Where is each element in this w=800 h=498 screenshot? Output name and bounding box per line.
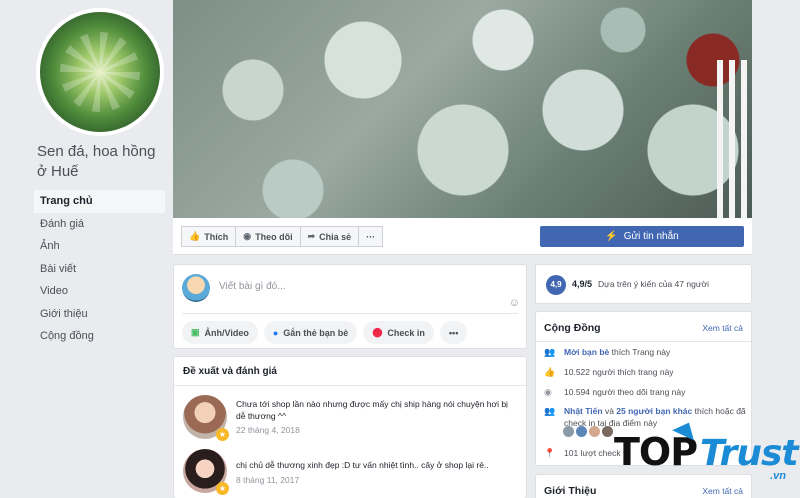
divider — [174, 385, 526, 386]
page-nav: Trang chủ Đánh giá Ảnh Bài viết Video Gi… — [34, 190, 165, 348]
send-message-button[interactable]: ⚡ Gửi tin nhắn — [540, 226, 744, 247]
people-icon: 👥 — [544, 406, 556, 416]
share-arrow-icon: ➦ — [307, 231, 316, 241]
like-button[interactable]: 👍 Thích — [181, 226, 237, 247]
composer-actions: ▣ Ảnh/Video ● Gắn thẻ bạn bè ⬤ Check in … — [182, 321, 468, 344]
friend-name-link[interactable]: Nhật Tiến — [564, 406, 603, 416]
nav-item-reviews[interactable]: Đánh giá — [34, 213, 165, 236]
follow-button[interactable]: ◉ Theo dõi — [235, 226, 301, 247]
nav-item-about[interactable]: Giới thiệu — [34, 303, 165, 326]
page-avatar[interactable] — [36, 8, 164, 136]
rating-card: 4,9 4,9/5 Dựa trên ý kiến của 47 người — [535, 264, 752, 304]
avatar[interactable] — [602, 426, 613, 437]
post-composer: Viết bài gì đó... ☺ ▣ Ảnh/Video ● Gắn th… — [173, 264, 527, 349]
divider — [182, 313, 518, 314]
cover-decoration — [717, 60, 752, 218]
avatar[interactable] — [563, 426, 574, 437]
divider — [536, 341, 751, 342]
photo-video-button[interactable]: ▣ Ảnh/Video — [182, 321, 258, 344]
emoji-icon[interactable]: ☺ — [509, 297, 520, 309]
profile-picture — [40, 12, 160, 132]
composer-input[interactable]: Viết bài gì đó... — [219, 281, 286, 292]
watermark-top-text: TOP — [614, 430, 698, 474]
rating-badge: 4,9 — [546, 275, 566, 295]
rss-icon: ◉ — [243, 231, 252, 241]
composer-avatar — [182, 274, 210, 302]
location-pin-icon: ⬤ — [372, 327, 383, 337]
community-see-all-link[interactable]: Xem tất cả — [702, 323, 743, 333]
review-date[interactable]: 8 tháng 11, 2017 — [236, 475, 299, 485]
share-label: Chia sẻ — [319, 231, 352, 242]
rating-description[interactable]: Dựa trên ý kiến của 47 người — [598, 279, 709, 289]
composer-more-button[interactable]: ••• — [439, 321, 468, 344]
people-icon: 👥 — [544, 347, 556, 357]
friend-avatars — [563, 426, 613, 437]
follows-count: 10.594 người theo dõi trang này — [564, 387, 686, 397]
avatar[interactable] — [589, 426, 600, 437]
review-text: Chưa tới shop lần nào nhưng được mấy chị… — [236, 399, 508, 421]
star-icon: ★ — [216, 428, 229, 441]
follow-label: Theo dõi — [255, 231, 293, 242]
tag-friends-label: Gắn thẻ bạn bè — [283, 327, 349, 338]
page-action-bar: 👍 Thích ◉ Theo dõi ➦ Chia sẻ ··· ⚡ Gửi t… — [173, 218, 752, 255]
community-title: Cộng Đồng — [544, 322, 601, 334]
messenger-icon: ⚡ — [605, 231, 618, 242]
invite-friends-link[interactable]: Mời bạn bè — [564, 347, 609, 357]
thumbs-up-icon: 👍 — [189, 231, 201, 241]
page-title[interactable]: Sen đá, hoa hồng ở Huế — [37, 142, 169, 182]
avatar[interactable] — [576, 426, 587, 437]
review-date[interactable]: 22 tháng 4, 2018 — [236, 425, 300, 435]
nav-item-posts[interactable]: Bài viết — [34, 258, 165, 281]
about-title: Giới Thiệu — [544, 485, 597, 497]
rss-icon: ◉ — [544, 387, 552, 397]
likes-count: 10.522 người thích trang này — [564, 367, 674, 377]
nav-item-photos[interactable]: Ảnh — [34, 235, 165, 258]
composer-more-label: ••• — [448, 327, 459, 338]
photo-video-label: Ảnh/Video — [204, 327, 249, 338]
invite-rest: thích Trang này — [609, 347, 671, 357]
like-label: Thích — [204, 231, 229, 242]
photo-icon: ▣ — [191, 327, 200, 337]
share-button[interactable]: ➦ Chia sẻ — [299, 226, 360, 247]
checkin-conjunction: và — [602, 406, 617, 416]
tag-friends-button[interactable]: ● Gắn thẻ bạn bè — [263, 321, 358, 344]
other-friends-link[interactable]: 25 người bạn khác — [616, 406, 692, 416]
more-label: ··· — [366, 231, 376, 242]
watermark-domain-text: .vn — [770, 470, 786, 482]
more-button[interactable]: ··· — [358, 226, 384, 247]
nav-item-community[interactable]: Cộng đồng — [34, 325, 165, 348]
reviews-title: Đề xuất và đánh giá — [183, 366, 277, 377]
reviews-card: Đề xuất và đánh giá ★ Chưa tới shop lần … — [173, 356, 527, 498]
thumbs-up-icon: 👍 — [544, 367, 556, 377]
invite-text: Mời bạn bè thích Trang này — [564, 346, 749, 358]
left-column: Sen đá, hoa hồng ở Huế Trang chủ Đánh gi… — [0, 0, 172, 498]
tag-friends-icon: ● — [272, 327, 279, 338]
action-buttons: 👍 Thích ◉ Theo dõi ➦ Chia sẻ ··· — [181, 226, 384, 247]
cover-photo[interactable] — [173, 0, 752, 218]
check-in-button[interactable]: ⬤ Check in — [363, 321, 434, 344]
check-in-label: Check in — [387, 327, 425, 338]
rating-score: 4,9/5 — [572, 279, 593, 289]
nav-item-videos[interactable]: Video — [34, 280, 165, 303]
location-pin-icon: 📍 — [544, 448, 556, 458]
toptrust-watermark-logo: TOP Trust .vn — [614, 417, 800, 492]
star-icon: ★ — [216, 482, 229, 495]
send-message-label: Gửi tin nhắn — [623, 231, 679, 242]
review-text: chị chủ dễ thương xinh đẹp :D tư vấn nhi… — [236, 460, 489, 470]
nav-item-home[interactable]: Trang chủ — [34, 190, 165, 213]
